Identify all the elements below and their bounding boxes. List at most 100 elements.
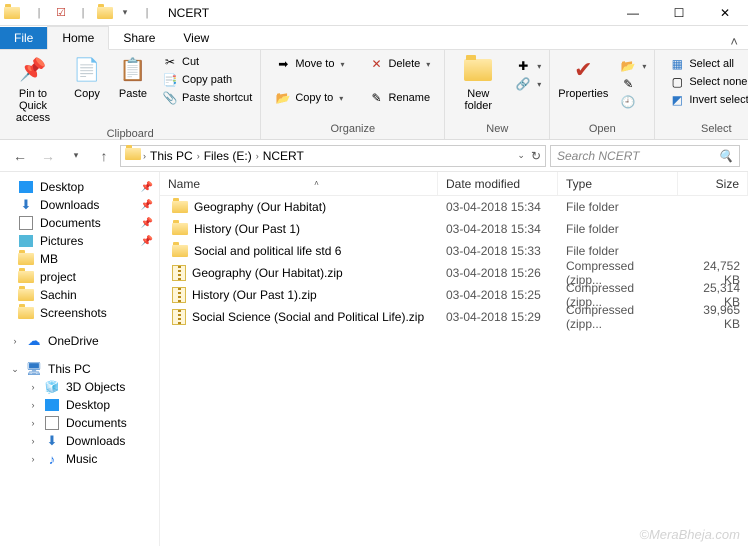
sidebar-item-label: Music xyxy=(66,452,97,466)
refresh-button[interactable]: ↻ xyxy=(531,149,541,163)
breadcrumb[interactable]: NCERT xyxy=(261,149,306,163)
paste-icon: 📋 xyxy=(117,54,149,86)
file-row[interactable]: Social Science (Social and Political Lif… xyxy=(160,306,748,328)
breadcrumb[interactable]: This PC xyxy=(148,149,195,163)
qat-folder-icon[interactable] xyxy=(96,4,114,22)
pin-icon: 📌 xyxy=(17,54,49,86)
history-icon: 🕘 xyxy=(620,95,636,109)
tab-file[interactable]: File xyxy=(0,27,47,49)
copy-to-button[interactable]: 📂Copy to xyxy=(271,90,348,106)
file-row[interactable]: Geography (Our Habitat) 03-04-2018 15:34… xyxy=(160,196,748,218)
sidebar-item-label: Pictures xyxy=(40,234,83,248)
chevron-right-icon[interactable]: › xyxy=(197,151,200,161)
file-name: History (Our Past 1).zip xyxy=(192,288,317,302)
new-folder-button[interactable]: New folder xyxy=(449,52,507,114)
address-bar[interactable]: › This PC › Files (E:) › NCERT ⌄ ↻ xyxy=(120,145,546,167)
history-button[interactable]: 🕘 xyxy=(616,94,650,110)
sidebar-item[interactable]: Sachin xyxy=(0,286,159,304)
properties-button[interactable]: ✔ Properties xyxy=(554,52,612,102)
pin-icon: 📌 xyxy=(141,218,153,229)
sidebar-item[interactable]: ›♪Music xyxy=(0,450,159,468)
sidebar-item-label: Screenshots xyxy=(40,306,107,320)
maximize-button[interactable]: ☐ xyxy=(656,0,702,26)
sidebar-item[interactable]: ⬇Downloads📌 xyxy=(0,196,159,214)
easy-access-button[interactable]: 🔗 xyxy=(511,76,545,92)
qat-check-icon[interactable]: ☑ xyxy=(52,4,70,22)
file-name: Geography (Our Habitat).zip xyxy=(192,266,343,280)
select-all-icon: ▦ xyxy=(669,57,685,71)
tab-view[interactable]: View xyxy=(169,27,223,49)
open-button[interactable]: 📂 xyxy=(616,58,650,74)
paste-button[interactable]: 📋 Paste xyxy=(112,52,154,102)
sidebar-item-this-pc[interactable]: ⌄ 🖥 This PC xyxy=(0,360,159,378)
delete-button[interactable]: ✕Delete xyxy=(364,56,434,72)
select-none-button[interactable]: ▢Select none xyxy=(665,74,748,90)
chevron-right-icon[interactable]: › xyxy=(256,151,259,161)
column-headers: Name˄ Date modified Type Size xyxy=(160,172,748,196)
column-header-name[interactable]: Name˄ xyxy=(160,172,438,195)
chevron-right-icon: › xyxy=(28,400,38,410)
close-button[interactable]: ✕ xyxy=(702,0,748,26)
qat-dropdown-icon[interactable]: ▾ xyxy=(116,4,134,22)
back-button[interactable]: ← xyxy=(8,144,32,168)
ribbon: 📌 Pin to Quick access 📄 Copy 📋 Paste ✂Cu… xyxy=(0,50,748,140)
recent-locations-button[interactable]: ▾ xyxy=(64,144,88,168)
file-date: 03-04-2018 15:25 xyxy=(438,288,558,302)
group-organize: ➡Move to 📂Copy to ✕Delete ✎Rename Organi… xyxy=(261,50,445,139)
copy-path-button[interactable]: 📑Copy path xyxy=(158,72,256,88)
chevron-right-icon[interactable]: › xyxy=(143,151,146,161)
folder-icon xyxy=(172,201,188,213)
breadcrumb[interactable]: Files (E:) xyxy=(202,149,254,163)
paste-shortcut-button[interactable]: 📎Paste shortcut xyxy=(158,90,256,106)
file-type: File folder xyxy=(558,244,678,258)
open-icon: 📂 xyxy=(620,59,636,73)
column-header-size[interactable]: Size xyxy=(678,172,748,195)
sidebar-item[interactable]: MB xyxy=(0,250,159,268)
new-item-button[interactable]: ✚ xyxy=(511,58,545,74)
pin-to-quick-access-button[interactable]: 📌 Pin to Quick access xyxy=(4,52,62,126)
copy-path-icon: 📑 xyxy=(162,73,178,87)
edit-icon: ✎ xyxy=(620,77,636,91)
sidebar-item[interactable]: ›Desktop xyxy=(0,396,159,414)
copy-button[interactable]: 📄 Copy xyxy=(66,52,108,102)
cut-button[interactable]: ✂Cut xyxy=(158,54,256,70)
tab-home[interactable]: Home xyxy=(47,26,109,50)
column-header-type[interactable]: Type xyxy=(558,172,678,195)
navigation-row: ← → ▾ ↑ › This PC › Files (E:) › NCERT ⌄… xyxy=(0,140,748,172)
sidebar-item-label: 3D Objects xyxy=(66,380,125,394)
sidebar-item[interactable]: Desktop📌 xyxy=(0,178,159,196)
forward-button[interactable]: → xyxy=(36,144,60,168)
rename-button[interactable]: ✎Rename xyxy=(364,90,434,106)
chevron-right-icon: › xyxy=(28,418,38,428)
file-name: History (Our Past 1) xyxy=(194,222,300,236)
sidebar-item-label: Downloads xyxy=(66,434,125,448)
sidebar-item[interactable]: ›⬇Downloads xyxy=(0,432,159,450)
move-to-button[interactable]: ➡Move to xyxy=(271,56,348,72)
minimize-button[interactable]: — xyxy=(610,0,656,26)
file-row[interactable]: History (Our Past 1) 03-04-2018 15:34 Fi… xyxy=(160,218,748,240)
invert-selection-button[interactable]: ◩Invert selection xyxy=(665,92,748,108)
sidebar-item[interactable]: ›Documents xyxy=(0,414,159,432)
sidebar-item[interactable]: Screenshots xyxy=(0,304,159,322)
ribbon-collapse-icon[interactable]: ˄ xyxy=(720,34,748,49)
sidebar-item[interactable]: project xyxy=(0,268,159,286)
group-select: ▦Select all ▢Select none ◩Invert selecti… xyxy=(655,50,748,139)
column-header-date[interactable]: Date modified xyxy=(438,172,558,195)
file-date: 03-04-2018 15:26 xyxy=(438,266,558,280)
edit-button[interactable]: ✎ xyxy=(616,76,650,92)
sidebar-item[interactable]: Documents📌 xyxy=(0,214,159,232)
sidebar-item-label: Sachin xyxy=(40,288,77,302)
address-dropdown-icon[interactable]: ⌄ xyxy=(517,150,525,161)
sidebar-item[interactable]: Pictures📌 xyxy=(0,232,159,250)
search-input[interactable]: Search NCERT 🔍 xyxy=(550,145,740,167)
select-all-button[interactable]: ▦Select all xyxy=(665,56,748,72)
navigation-pane: Desktop📌⬇Downloads📌Documents📌Pictures📌MB… xyxy=(0,172,160,546)
tab-share[interactable]: Share xyxy=(109,27,169,49)
group-open: ✔ Properties 📂 ✎ 🕘 Open xyxy=(550,50,655,139)
sidebar-item[interactable]: ›🧊3D Objects xyxy=(0,378,159,396)
sidebar-item-onedrive[interactable]: › ☁ OneDrive xyxy=(0,332,159,350)
group-clipboard: 📌 Pin to Quick access 📄 Copy 📋 Paste ✂Cu… xyxy=(0,50,261,139)
up-button[interactable]: ↑ xyxy=(92,144,116,168)
chevron-right-icon: › xyxy=(28,436,38,446)
title-bar: | ☑ | ▾ | NCERT — ☐ ✕ xyxy=(0,0,748,26)
